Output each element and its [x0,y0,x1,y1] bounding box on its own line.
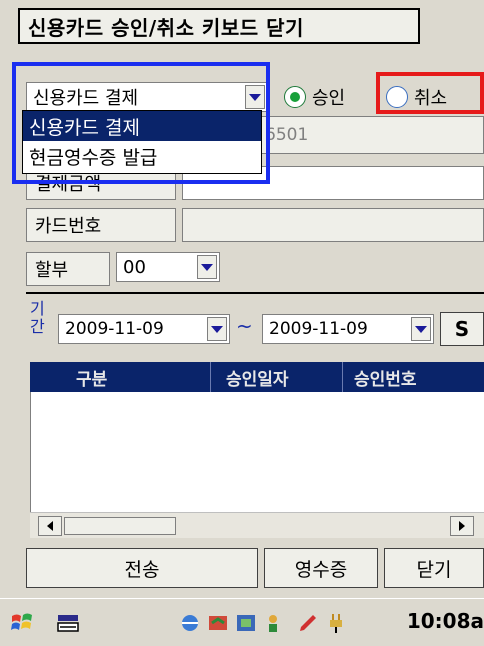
installment-value: 00 [123,256,146,278]
scroll-right-button[interactable] [450,516,474,536]
chevron-down-icon[interactable] [207,317,227,341]
chevron-down-icon[interactable] [197,255,217,279]
arrow-left-icon [47,521,53,531]
search-button-label: S [454,317,470,341]
connectivity-icon[interactable] [234,611,258,635]
approve-radio-label: 승인 [312,88,346,109]
date-from-value: 2009-11-09 [65,319,164,339]
period-label-line: 간 [30,317,45,336]
keyboard-icon[interactable] [56,611,80,635]
period-label-line: 기 [30,299,45,318]
payment-type-highlight-box [12,62,270,184]
divider [26,292,484,294]
card-number-input[interactable] [182,208,484,242]
scroll-thumb[interactable] [64,517,176,535]
grid-body[interactable] [30,392,484,512]
send-button[interactable]: 전송 [26,548,258,588]
card-number-label-box: 카드번호 [26,208,176,242]
approve-radio[interactable]: 승인 [284,84,345,110]
card-number-label: 카드번호 [35,216,102,237]
search-button[interactable]: S [440,312,484,346]
installment-label: 할부 [35,260,69,281]
period-label: 기 간 [30,300,52,336]
cancel-highlight-box [376,72,484,114]
pen-icon[interactable] [296,611,320,635]
date-to-value: 2009-11-09 [269,319,368,339]
grid-column-header[interactable]: 승인일자 [226,365,289,390]
title-menu-button[interactable]: 신용카드 승인/취소 키보드 닫기 [18,8,420,44]
receipt-button[interactable]: 영수증 [264,548,378,588]
clock[interactable]: 10:08a [407,609,484,633]
people-icon[interactable] [264,611,288,635]
radio-selected-icon [284,86,306,108]
windows-start-icon[interactable] [10,611,34,635]
power-plug-icon[interactable] [324,611,348,635]
column-divider [342,362,343,392]
close-button-label: 닫기 [416,558,452,581]
scroll-left-button[interactable] [38,516,62,536]
merchant-field: 6501 [258,116,484,154]
installment-select[interactable]: 00 [116,252,220,282]
grid-column-header[interactable]: 승인번호 [354,365,417,390]
sync-icon[interactable] [206,611,230,635]
close-button[interactable]: 닫기 [384,548,484,588]
column-divider [210,362,211,392]
merchant-value: 6501 [265,125,309,145]
top-toolbar: 신용카드 승인/취소 키보드 닫기 [0,0,484,46]
chevron-down-icon[interactable] [411,317,431,341]
date-from-select[interactable]: 2009-11-09 [58,314,230,344]
arrow-right-icon [459,521,465,531]
horizontal-scrollbar[interactable] [30,512,484,538]
title-menu-label: 신용카드 승인/취소 키보드 닫기 [28,15,304,40]
grid-column-header[interactable]: 구분 [76,365,107,390]
send-button-label: 전송 [124,558,160,581]
date-range-tilde: ~ [236,314,253,338]
receipt-button-label: 영수증 [294,558,348,581]
date-to-select[interactable]: 2009-11-09 [262,314,434,344]
installment-label-box: 할부 [26,252,110,286]
taskbar: 10:08a [0,598,484,646]
network-icon[interactable] [178,611,202,635]
grid-header: 구분 승인일자 승인번호 [30,362,484,392]
